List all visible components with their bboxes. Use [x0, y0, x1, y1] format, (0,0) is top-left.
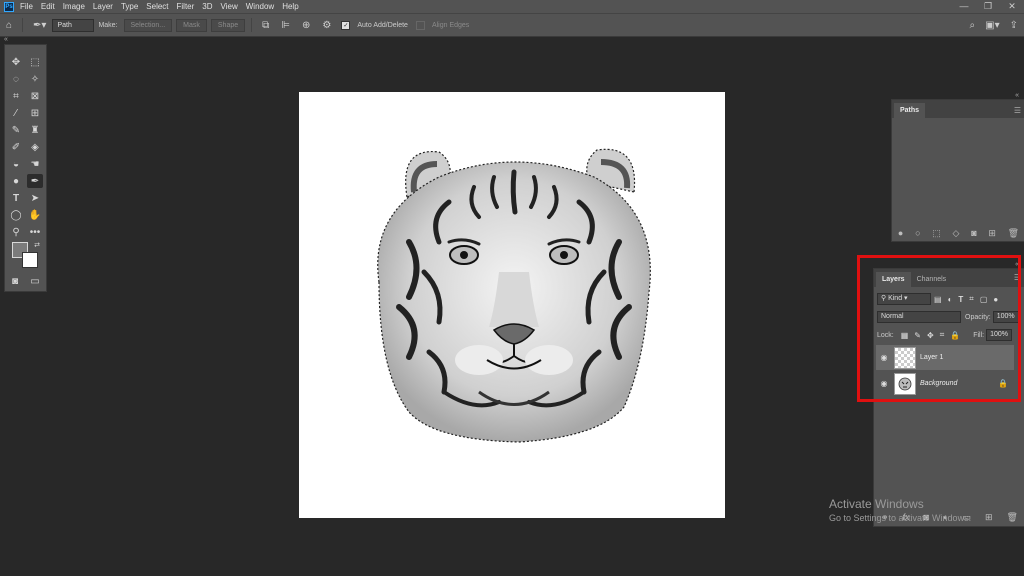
- ellipse-tool-icon[interactable]: ◯: [8, 208, 24, 222]
- path-alignment-icon[interactable]: ⊫: [281, 20, 290, 31]
- menu-view[interactable]: View: [221, 2, 238, 11]
- restore-button[interactable]: ❐: [976, 0, 1000, 13]
- dodge-tool-icon[interactable]: ●: [8, 174, 24, 188]
- watermark-title: Activate Windows: [829, 497, 924, 511]
- menu-bar: Ps File Edit Image Layer Type Select Fil…: [0, 0, 1024, 13]
- zoom-tool-icon[interactable]: ⚲: [8, 225, 24, 239]
- menu-help[interactable]: Help: [282, 2, 298, 11]
- search-icon[interactable]: ⌕: [970, 20, 976, 31]
- tools-panel: ✥ ⬚ ◌ ✧ ⌗ ⊠ ⁄ ⊞ ✎ ♜ ✐ ◈ ◒ ☚ ● ✒ T ➤ ◯ ✋ …: [4, 44, 47, 292]
- auto-add-delete-label: Auto Add/Delete: [357, 21, 408, 29]
- delete-path-icon[interactable]: 🗑: [1008, 228, 1019, 239]
- frame-tool-icon[interactable]: ⊠: [27, 89, 43, 103]
- magic-wand-tool-icon[interactable]: ✧: [27, 72, 43, 86]
- paths-panel: Paths « ☰ ● ○ ⬚ ◇ ◙ ⊞ 🗑: [891, 92, 1024, 242]
- auto-add-delete-checkbox[interactable]: ✓: [341, 20, 351, 30]
- stroke-path-icon[interactable]: ○: [915, 228, 920, 238]
- menu-type[interactable]: Type: [121, 2, 138, 11]
- panel-collapse-icon[interactable]: «: [1015, 92, 1019, 99]
- menu-edit[interactable]: Edit: [41, 2, 55, 11]
- pen-tool-preset-icon[interactable]: ✒▾: [33, 20, 46, 31]
- make-selection-button[interactable]: Selection...: [123, 18, 173, 32]
- activate-windows-watermark: Activate Windows Go to Settings to activ…: [829, 497, 971, 523]
- document-canvas[interactable]: [299, 92, 725, 518]
- fill-path-icon[interactable]: ●: [898, 228, 903, 238]
- new-path-icon[interactable]: ⊞: [988, 228, 996, 239]
- tiger-illustration: [377, 148, 651, 443]
- toolbar-collapse-icon[interactable]: «: [4, 36, 8, 43]
- menu-window[interactable]: Window: [246, 2, 274, 11]
- new-layer-icon[interactable]: ⊞: [985, 512, 993, 523]
- type-tool-icon[interactable]: T: [8, 191, 24, 205]
- share-icon[interactable]: ⇪: [1010, 20, 1018, 31]
- move-tool-icon[interactable]: ✥: [8, 55, 24, 69]
- close-button[interactable]: ✕: [1000, 0, 1024, 13]
- gear-icon[interactable]: ⚙: [322, 20, 331, 31]
- photoshop-logo: Ps: [4, 1, 14, 12]
- make-shape-button[interactable]: Shape: [210, 18, 246, 32]
- paint-bucket-tool-icon[interactable]: ◒: [8, 157, 24, 171]
- swap-colors-icon[interactable]: ⇄: [29, 238, 45, 252]
- quick-mask-icon[interactable]: ◙: [7, 274, 23, 288]
- watermark-subtitle: Go to Settings to activate Windows.: [829, 513, 972, 523]
- menu-layer[interactable]: Layer: [93, 2, 113, 11]
- minimize-button[interactable]: —: [952, 0, 976, 13]
- add-mask-icon[interactable]: ◙: [971, 228, 976, 238]
- tool-mode-select[interactable]: Path: [52, 18, 95, 32]
- hand-tool-icon[interactable]: ✋: [27, 208, 43, 222]
- pen-tool-icon[interactable]: ✒: [27, 174, 43, 188]
- make-mask-button[interactable]: Mask: [176, 18, 207, 32]
- align-edges-label: Align Edges: [431, 21, 470, 29]
- options-bar: ⌂ ✒▾ Path Make: Selection... Mask Shape …: [0, 13, 1024, 37]
- menu-file[interactable]: File: [20, 2, 33, 11]
- background-color-swatch[interactable]: [22, 252, 38, 268]
- eyedropper-tool-icon[interactable]: ⁄: [8, 106, 24, 120]
- history-brush-tool-icon[interactable]: ✐: [8, 140, 24, 154]
- screen-mode-icon[interactable]: ▭: [27, 274, 43, 288]
- eraser-tool-icon[interactable]: ◈: [27, 140, 43, 154]
- make-work-path-icon[interactable]: ◇: [953, 228, 960, 239]
- load-path-selection-icon[interactable]: ⬚: [932, 228, 941, 239]
- tab-paths[interactable]: Paths: [894, 103, 926, 118]
- path-selection-tool-icon[interactable]: ➤: [27, 191, 43, 205]
- crop-tool-icon[interactable]: ⌗: [8, 89, 24, 103]
- lasso-tool-icon[interactable]: ◌: [8, 72, 24, 86]
- path-arrangement-icon[interactable]: ⊕: [302, 20, 310, 31]
- make-label: Make:: [98, 21, 118, 29]
- marquee-tool-icon[interactable]: ⬚: [27, 55, 43, 69]
- brush-tool-icon[interactable]: ✎: [8, 123, 24, 137]
- path-operations-icon[interactable]: ⧉: [262, 20, 269, 31]
- menu-filter[interactable]: Filter: [177, 2, 195, 11]
- panel-menu-icon[interactable]: ☰: [1014, 106, 1021, 115]
- clone-stamp-tool-icon[interactable]: ♜: [27, 123, 43, 137]
- workspace-icon[interactable]: ▣▾: [985, 20, 999, 31]
- highlight-annotation: [857, 255, 1021, 402]
- home-icon[interactable]: ⌂: [6, 20, 12, 31]
- more-tools-icon[interactable]: •••: [27, 225, 43, 239]
- delete-layer-icon[interactable]: 🗑: [1007, 512, 1018, 523]
- menu-select[interactable]: Select: [146, 2, 168, 11]
- menu-image[interactable]: Image: [63, 2, 85, 11]
- align-edges-checkbox[interactable]: [415, 20, 425, 30]
- menu-3d[interactable]: 3D: [202, 2, 212, 11]
- healing-brush-tool-icon[interactable]: ⊞: [27, 106, 43, 120]
- smudge-tool-icon[interactable]: ☚: [27, 157, 43, 171]
